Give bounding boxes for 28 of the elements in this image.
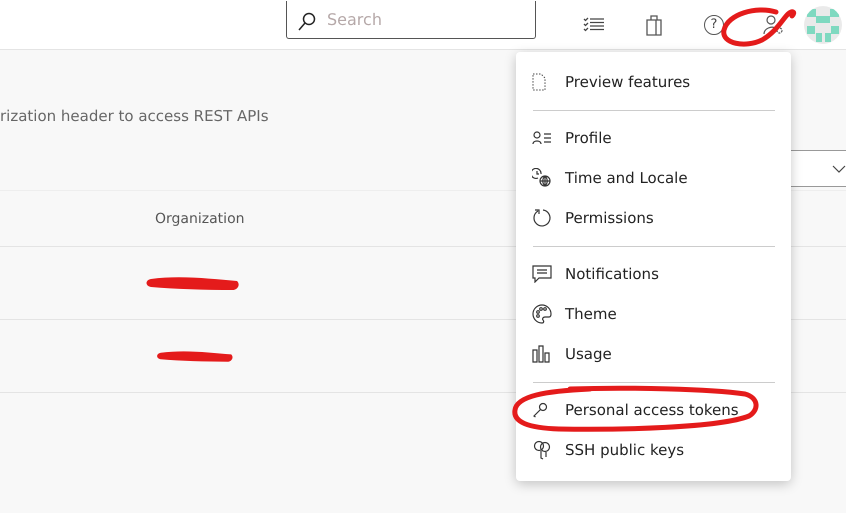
user-gear-icon (763, 14, 785, 36)
search-icon (298, 12, 316, 32)
menu-item[interactable]: Preview features (516, 62, 791, 102)
help-button[interactable]: ? (684, 4, 744, 44)
refresh-icon (532, 208, 552, 228)
chat-icon (532, 265, 552, 283)
clock-globe-icon (532, 168, 552, 188)
palette-icon (532, 304, 552, 324)
description-text: rization header to access REST APIs (0, 107, 270, 127)
menu-item[interactable]: Notifications (516, 254, 791, 294)
bar-chart-icon (532, 345, 552, 363)
menu-item[interactable]: Time and Locale (516, 158, 791, 198)
menu-item[interactable]: Theme (516, 294, 791, 334)
column-header: Organization (155, 210, 245, 226)
checklist-icon (583, 16, 605, 32)
keys-icon (532, 440, 552, 460)
bag-icon (646, 14, 662, 36)
menu-item[interactable]: Personal access tokens (516, 390, 791, 430)
search-field[interactable]: Search (286, 0, 536, 38)
dropdown-field[interactable] (791, 150, 846, 187)
menu-item[interactable]: Permissions (516, 198, 791, 238)
page-icon (532, 73, 546, 91)
menu-item[interactable]: SSH public keys (516, 430, 791, 470)
menu-item[interactable]: Usage (516, 334, 791, 374)
profile-icon (532, 131, 552, 145)
menu-item[interactable]: Profile (516, 118, 791, 158)
chevron-down-icon (832, 164, 846, 172)
key-icon (532, 402, 548, 418)
